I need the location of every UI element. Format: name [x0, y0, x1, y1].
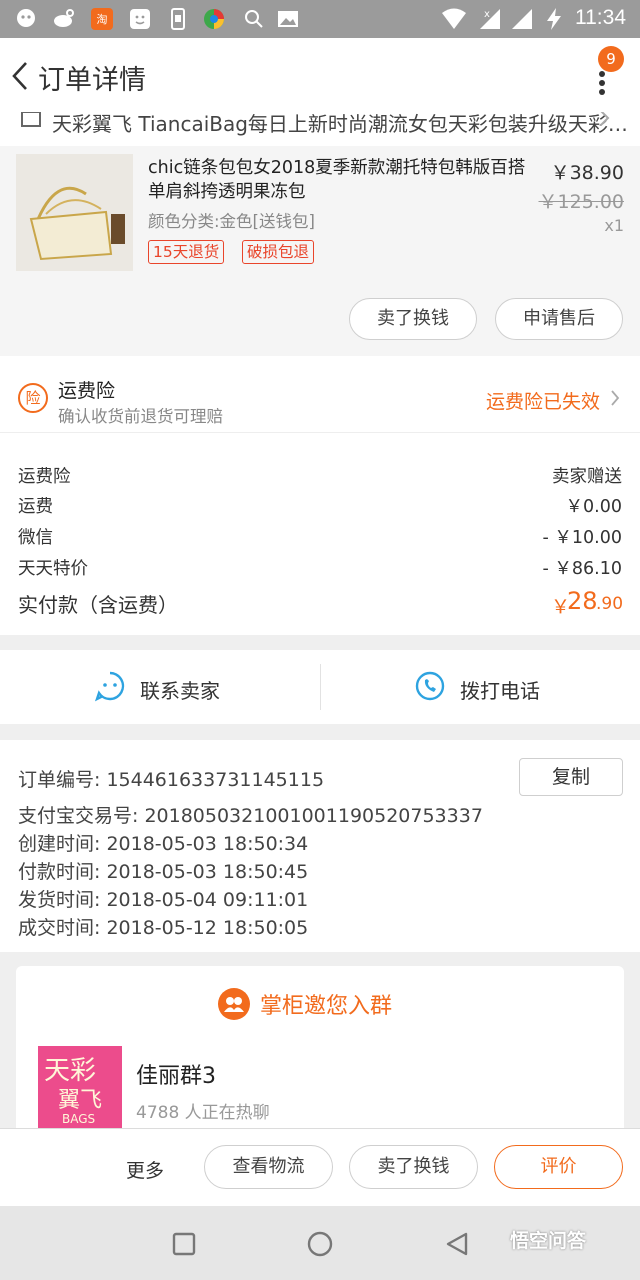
signal-icon [512, 9, 532, 29]
insurance-subtitle: 确认收货前退货可理赔 [58, 407, 223, 426]
browser-icon [204, 9, 224, 29]
cost-label: 运费 [18, 497, 53, 517]
cost-label: 运费险 [18, 467, 71, 487]
completed-time: 成交时间: 2018-05-12 18:50:05 [18, 917, 309, 939]
signal-x-icon: x [480, 9, 500, 29]
created-time: 创建时间: 2018-05-03 18:50:34 [18, 833, 309, 855]
tag-return: 15天退货 [148, 240, 225, 264]
charging-icon [547, 8, 561, 30]
product-thumbnail[interactable] [16, 154, 133, 271]
notification-badge: 9 [598, 46, 624, 72]
nav-bar: 订单详情 9 [0, 38, 640, 113]
total-label: 实付款（含运费） [18, 593, 178, 617]
image-icon [278, 11, 298, 27]
call-phone-button[interactable]: 拨打电话 [460, 675, 540, 704]
order-info: 订单编号: 1544616337311451​15 复制 支付宝交易号: 201… [0, 740, 640, 952]
paid-time: 付款时间: 2018-05-03 18:50:45 [18, 861, 309, 883]
bottom-action-bar: 更多 查看物流 卖了换钱 评价 [0, 1128, 640, 1207]
insurance-status[interactable]: 运费险已失效 [486, 387, 600, 414]
cost-label: 天天特价 [18, 559, 88, 579]
order-number: 订单编号: 1544616337311451​15 [18, 769, 325, 791]
cost-breakdown: 运费险 卖家赠送 运费 ￥0.00 微信 - ￥10.00 天天特价 - ￥86… [0, 432, 640, 635]
shop-icon [21, 112, 41, 127]
wifi-icon [442, 8, 466, 29]
chevron-right-icon [611, 390, 620, 406]
copy-button[interactable]: 复制 [519, 758, 623, 796]
bag-image [16, 154, 133, 271]
review-button[interactable]: 评价 [494, 1145, 623, 1189]
page-title: 订单详情 [38, 65, 146, 96]
product-variant: 颜色分类:金色[送钱包] [148, 212, 315, 231]
recents-icon[interactable] [172, 1232, 196, 1256]
chat-icon [94, 671, 125, 702]
svg-text:x: x [484, 9, 490, 20]
group-invite-title: 掌柜邀您入群 [260, 994, 393, 1019]
cost-value: - ￥10.00 [542, 528, 622, 548]
logo-text: BAGS [62, 1112, 96, 1126]
group-icon [218, 988, 250, 1020]
chevron-right-icon [599, 112, 610, 126]
phone-icon [415, 671, 445, 701]
cost-label: 微信 [18, 528, 53, 548]
product-price: ￥38.90 [550, 162, 624, 184]
svg-text:淘: 淘 [97, 13, 108, 26]
product-quantity: x1 [604, 216, 624, 235]
sell-button[interactable]: 卖了换钱 [349, 298, 477, 340]
group-member-count: 4788 人正在热聊 [136, 1103, 270, 1123]
contact-bar: 联系卖家 拨打电话 [0, 650, 640, 724]
shop-name: 天彩翼飞 TiancaiBag每日上新时尚潮流女包天彩包装升级天彩… [52, 112, 628, 136]
watermark: 悟空问答 [510, 1230, 587, 1252]
alipay-number: 支付宝交易号: 2018050321001001190520753337 [18, 805, 483, 827]
insurance-icon: 险 [18, 383, 48, 413]
logo-text: 翼飞 [58, 1088, 103, 1113]
weibo-icon [54, 9, 74, 27]
message-icon [130, 9, 150, 29]
system-nav-bar: 悟空问答 [0, 1206, 640, 1280]
cost-value: ￥0.00 [565, 497, 622, 517]
cost-value: 卖家赠送 [552, 467, 622, 487]
insurance-title: 运费险 [58, 380, 116, 402]
total-amount: 28 [567, 587, 598, 615]
product-original-price: ￥125.00 [538, 191, 624, 213]
sim-icon [171, 8, 185, 30]
group-logo: 天彩 翼飞 BAGS [38, 1046, 122, 1136]
taobao-icon: 淘 [91, 8, 113, 30]
total-decimal: .90 [596, 594, 624, 614]
group-name: 佳丽群3 [136, 1064, 216, 1089]
shipped-time: 发货时间: 2018-05-04 09:11:01 [18, 889, 309, 911]
status-bar: 淘 x 11:34 [0, 0, 640, 38]
back-icon[interactable] [10, 60, 30, 92]
contact-seller-button[interactable]: 联系卖家 [140, 675, 220, 704]
after-sale-button[interactable]: 申请售后 [495, 298, 623, 340]
view-logistics-button[interactable]: 查看物流 [204, 1145, 333, 1189]
tag-damage: 破损包退 [242, 240, 315, 264]
shop-row[interactable]: 天彩翼飞 TiancaiBag每日上新时尚潮流女包天彩包装升级天彩… [0, 112, 640, 146]
qq-icon [17, 9, 35, 27]
shipping-insurance-row[interactable]: 险 运费险 确认收货前退货可理赔 运费险已失效 [0, 356, 640, 432]
product-name[interactable]: chic链条包包女2018夏季新款潮托特包韩版百搭单肩斜挎透明果冻包 [148, 156, 528, 204]
more-button[interactable]: 更多 [126, 1156, 164, 1183]
more-icon[interactable] [598, 70, 606, 96]
divider [320, 664, 321, 710]
product-card[interactable]: chic链条包包女2018夏季新款潮托特包韩版百搭单肩斜挎透明果冻包 颜色分类:… [0, 146, 640, 356]
home-icon[interactable] [306, 1230, 334, 1258]
cost-value: - ￥86.10 [542, 559, 622, 579]
search-icon [245, 10, 263, 28]
back-nav-icon[interactable] [444, 1231, 470, 1257]
sell-button[interactable]: 卖了换钱 [349, 1145, 478, 1189]
clock: 11:34 [575, 6, 626, 29]
